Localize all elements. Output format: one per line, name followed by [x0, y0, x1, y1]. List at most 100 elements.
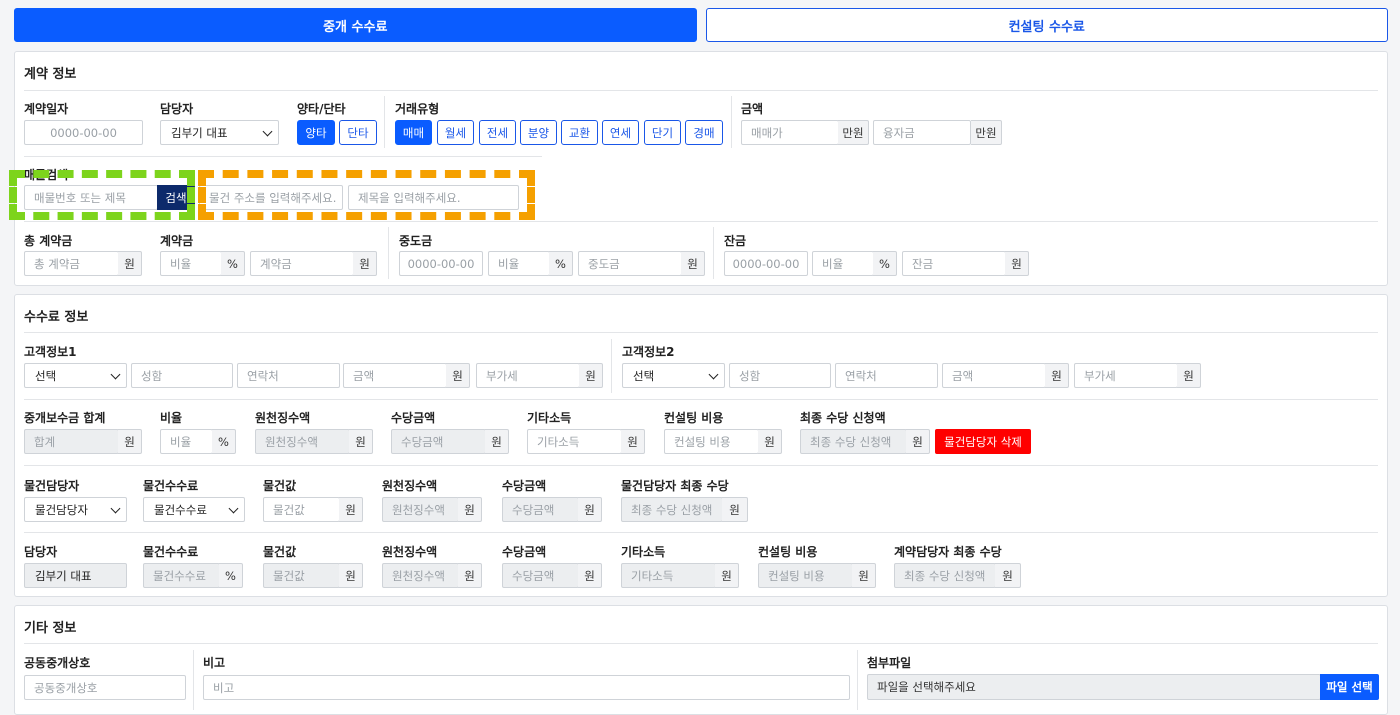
deal-type-jeonse[interactable]: 전세 [479, 120, 516, 145]
property-manager-select[interactable]: 물건담당자 [24, 497, 127, 522]
fee-info-section: 수수료 정보 고객정보1 선택 성함 연락처 금액 원 부가세 원 고객정보2 … [14, 294, 1388, 597]
balance-ratio-input[interactable]: 비율 [812, 251, 874, 276]
unit-percent: % [549, 251, 573, 276]
unit-won: 원 [446, 363, 470, 388]
note-input[interactable]: 비고 [203, 675, 850, 700]
deal-type-auction[interactable]: 경매 [685, 120, 723, 145]
contract-manager-field[interactable]: 김부기 대표 [24, 563, 127, 588]
customer2-vat-input[interactable]: 부가세 [1074, 363, 1178, 388]
deal-type-label: 거래유형 [395, 102, 440, 116]
property-value-input[interactable]: 물건값 [263, 497, 340, 522]
co-broker-input[interactable]: 공동중개상호 [24, 675, 186, 700]
contract-manager-value: 김부기 대표 [35, 568, 92, 583]
withholding-input[interactable]: 원천징수액 [255, 429, 350, 454]
customer2-select[interactable]: 선택 [622, 363, 725, 388]
customer2-name-input[interactable]: 성함 [729, 363, 831, 388]
deal-type-presale[interactable]: 분양 [520, 120, 557, 145]
co-broker-label: 공동중개상호 [24, 656, 91, 670]
customer1-label: 고객정보1 [24, 345, 77, 359]
deal-type-sale[interactable]: 매매 [395, 120, 432, 145]
manager-property-value-input[interactable]: 물건값 [263, 563, 340, 588]
property-search-input[interactable]: 매물번호 또는 제목 [24, 185, 158, 210]
tab-consulting-fee[interactable]: 컨설팅 수수료 [705, 8, 1388, 42]
unit-percent: % [212, 429, 236, 454]
customer1-phone-input[interactable]: 연락처 [237, 363, 340, 388]
divider [713, 227, 714, 279]
unit-won: 원 [758, 429, 782, 454]
customer1-name-input[interactable]: 성함 [131, 363, 233, 388]
divider [24, 156, 542, 157]
total-deposit-input[interactable]: 총 계약금 [24, 251, 119, 276]
manager-other-income-label: 기타소득 [621, 545, 666, 559]
property-fee-select[interactable]: 물건수수료 [143, 497, 245, 522]
unit-won: 원 [118, 251, 142, 276]
delete-property-manager-button[interactable]: 물건담당자 삭제 [935, 429, 1031, 454]
contract-final-input[interactable]: 최종 수당 신청액 [894, 563, 996, 588]
ratio-input[interactable]: 비율 [160, 429, 213, 454]
unit-won: 원 [339, 497, 363, 522]
property-allowance-input[interactable]: 수당금액 [502, 497, 579, 522]
unit-won: 원 [621, 429, 645, 454]
contract-date-label: 계약일자 [24, 102, 69, 116]
consult-cost-label: 컨설팅 비용 [664, 411, 724, 425]
manager-consult-cost-label: 컨설팅 비용 [758, 545, 818, 559]
manager-consult-cost-input[interactable]: 컨설팅 비용 [758, 563, 853, 588]
middle-payment-ratio-input[interactable]: 비율 [488, 251, 550, 276]
sale-price-input[interactable]: 매매가 [741, 120, 839, 145]
middle-payment-input[interactable]: 중도금 [578, 251, 682, 276]
attachment-input[interactable]: 파일을 선택해주세요 [867, 674, 1321, 700]
property-search-button[interactable]: 검색 [157, 185, 195, 210]
customer1-select[interactable]: 선택 [24, 363, 127, 388]
allowance-input[interactable]: 수당금액 [391, 429, 486, 454]
manager-property-value-label: 물건값 [263, 545, 297, 559]
other-income-label: 기타소득 [527, 411, 572, 425]
divider [24, 90, 1378, 91]
chevron-down-icon [110, 369, 121, 380]
divider [24, 532, 1378, 533]
unit-won: 원 [458, 497, 482, 522]
unit-manwon: 만원 [971, 120, 1002, 145]
middle-payment-date-input[interactable]: 0000-00-00 [399, 251, 483, 276]
manager-other-income-input[interactable]: 기타소득 [621, 563, 716, 588]
brokerage-total-input[interactable]: 합계 [24, 429, 119, 454]
side-single-button[interactable]: 단타 [339, 120, 377, 145]
customer2-amount-input[interactable]: 금액 [942, 363, 1046, 388]
manager-withholding-input[interactable]: 원천징수액 [382, 563, 459, 588]
property-final-input[interactable]: 최종 수당 신청액 [621, 497, 723, 522]
total-deposit-label: 총 계약금 [24, 234, 73, 248]
manager-select-value: 김부기 대표 [171, 125, 228, 140]
deal-type-monthly[interactable]: 월세 [437, 120, 474, 145]
file-select-button[interactable]: 파일 선택 [1320, 674, 1379, 700]
deal-type-exchange[interactable]: 교환 [561, 120, 598, 145]
consult-cost-input[interactable]: 컨설팅 비용 [664, 429, 759, 454]
property-title-input[interactable]: 제목을 입력해주세요. [348, 185, 519, 210]
divider [24, 643, 1378, 644]
deposit-input[interactable]: 계약금 [250, 251, 354, 276]
customer2-phone-input[interactable]: 연락처 [835, 363, 938, 388]
manager-property-fee-input[interactable]: 물건수수료 [143, 563, 220, 588]
contract-date-input[interactable]: 0000-00-00 [24, 120, 143, 145]
manager-allowance-label: 수당금액 [502, 545, 547, 559]
deal-type-short[interactable]: 단기 [644, 120, 681, 145]
other-income-input[interactable]: 기타소득 [527, 429, 622, 454]
loan-input[interactable]: 융자금 [873, 120, 971, 145]
balance-date-input[interactable]: 0000-00-00 [724, 251, 808, 276]
manager-allowance-input[interactable]: 수당금액 [502, 563, 579, 588]
balance-input[interactable]: 잔금 [902, 251, 1006, 276]
unit-won: 원 [349, 429, 373, 454]
tab-brokerage-fee[interactable]: 중개 수수료 [14, 8, 697, 42]
manager-property-fee-label: 물건수수료 [143, 545, 199, 559]
divider [857, 650, 858, 710]
customer1-vat-input[interactable]: 부가세 [476, 363, 580, 388]
property-address-input[interactable]: 물건 주소를 입력해주세요. [199, 185, 343, 210]
customer1-amount-input[interactable]: 금액 [343, 363, 447, 388]
deposit-ratio-input[interactable]: 비율 [160, 251, 222, 276]
contract-info-section: 계약 정보 계약일자 0000-00-00 담당자 김부기 대표 양타/단타 양… [14, 51, 1388, 286]
manager-select[interactable]: 김부기 대표 [160, 120, 279, 145]
final-claim-input[interactable]: 최종 수당 신청액 [800, 429, 907, 454]
divider [388, 227, 389, 279]
side-both-button[interactable]: 양타 [297, 120, 335, 145]
deal-type-yearly[interactable]: 연세 [602, 120, 639, 145]
property-value-label: 물건값 [263, 479, 297, 493]
property-withholding-input[interactable]: 원천징수액 [382, 497, 459, 522]
